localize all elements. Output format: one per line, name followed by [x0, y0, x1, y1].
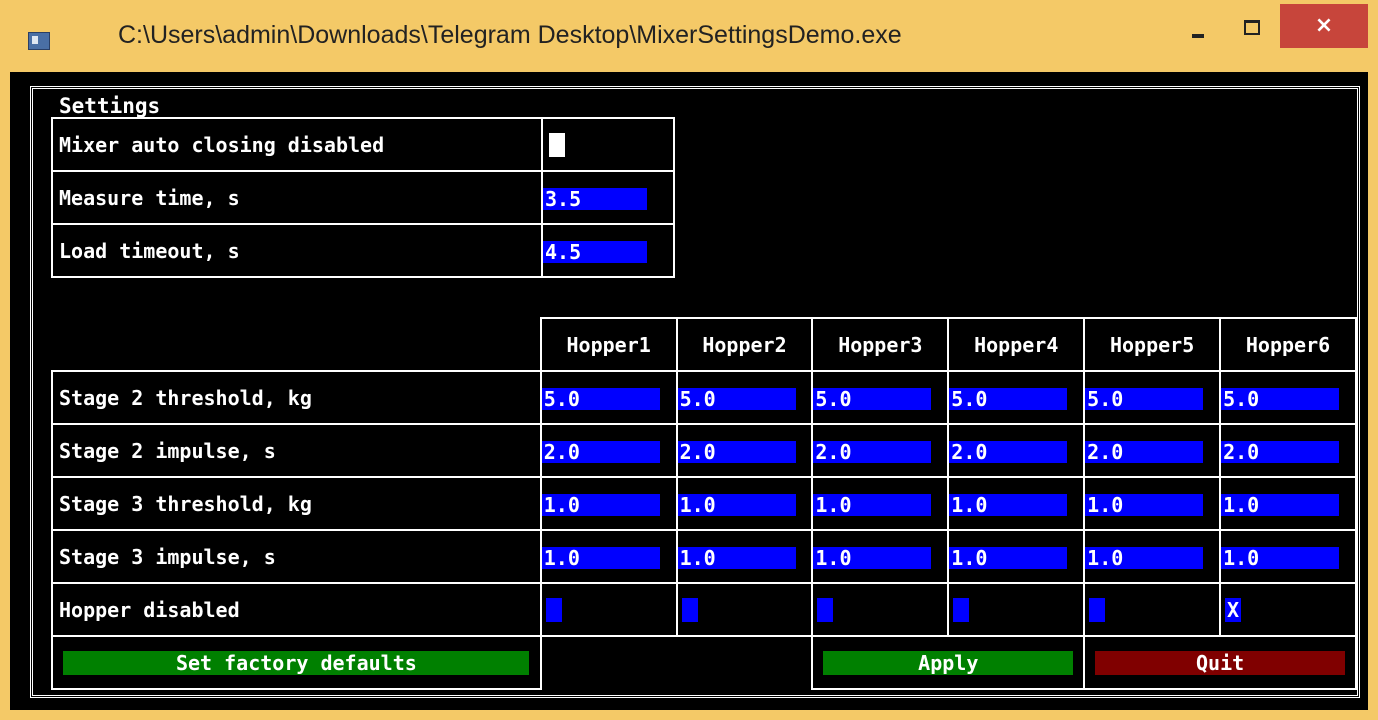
apply-button[interactable]: Apply [823, 651, 1074, 676]
stage3-impulse-hopper5-field[interactable]: 1.0 [1085, 546, 1204, 569]
stage3-threshold-hopper2-field[interactable]: 1.0 [677, 493, 796, 516]
set-factory-defaults-button[interactable]: Set factory defaults [63, 651, 530, 676]
stage2-impulse-hopper5-field[interactable]: 2.0 [1085, 440, 1204, 463]
general-row: Mixer auto closing disabled [51, 117, 675, 172]
stage3-threshold-hopper4-field[interactable]: 1.0 [949, 493, 1068, 516]
hopper-row-label: Stage 2 impulse, s [51, 423, 542, 478]
hopper5-disabled-checkbox[interactable] [1089, 598, 1106, 623]
stage2-impulse-hopper2-field[interactable]: 2.0 [677, 440, 796, 463]
general-settings-table: Mixer auto closing disabled Measure time… [51, 117, 675, 278]
maximize-button[interactable] [1226, 4, 1276, 48]
hopper-disabled-row: Hopper disabled X [51, 582, 1357, 637]
app-icon[interactable] [28, 32, 50, 50]
settings-legend: Settings [57, 94, 163, 118]
hopper-row-label: Stage 3 impulse, s [51, 529, 542, 584]
stage2-impulse-hopper6-field[interactable]: 2.0 [1221, 440, 1340, 463]
general-row: Load timeout, s 4.5 [51, 223, 675, 278]
stage2-threshold-hopper6-field[interactable]: 5.0 [1221, 387, 1340, 410]
general-label: Measure time, s [51, 170, 543, 225]
hopper6-disabled-checkbox[interactable]: X [1225, 598, 1242, 623]
hopper-column-header: Hopper3 [811, 317, 950, 372]
title-bar: C:\Users\admin\Downloads\Telegram Deskto… [0, 0, 1378, 72]
hopper1-disabled-checkbox[interactable] [545, 598, 562, 623]
stage2-threshold-hopper1-field[interactable]: 5.0 [541, 387, 660, 410]
stage3-impulse-hopper2-field[interactable]: 1.0 [677, 546, 796, 569]
console-area: Settings Mixer auto closing disabled Mea… [10, 72, 1368, 710]
general-row: Measure time, s 3.5 [51, 170, 675, 225]
stage3-threshold-hopper3-field[interactable]: 1.0 [813, 493, 932, 516]
stage3-impulse-hopper1-field[interactable]: 1.0 [541, 546, 660, 569]
general-label: Load timeout, s [51, 223, 543, 278]
stage3-threshold-hopper6-field[interactable]: 1.0 [1221, 493, 1340, 516]
hopper-column-header: Hopper4 [947, 317, 1086, 372]
hopper-row: Stage 3 impulse, s 1.0 1.0 1.0 1.0 1.0 1… [51, 529, 1357, 584]
hopper-column-header: Hopper6 [1219, 317, 1357, 372]
hopper-row-label: Stage 2 threshold, kg [51, 370, 542, 425]
hopper2-disabled-checkbox[interactable] [681, 598, 698, 623]
stage2-impulse-hopper1-field[interactable]: 2.0 [541, 440, 660, 463]
stage2-impulse-hopper4-field[interactable]: 2.0 [949, 440, 1068, 463]
window-title: C:\Users\admin\Downloads\Telegram Deskto… [118, 21, 902, 49]
load-timeout-field[interactable]: 4.5 [543, 240, 647, 263]
hopper-settings-table: Hopper1 Hopper2 Hopper3 Hopper4 Hopper5 … [51, 317, 1357, 690]
hopper4-disabled-checkbox[interactable] [953, 598, 970, 623]
hopper-column-header: Hopper1 [539, 317, 678, 372]
hopper-row: Stage 2 impulse, s 2.0 2.0 2.0 2.0 2.0 2… [51, 423, 1357, 478]
minimize-button[interactable] [1172, 4, 1224, 48]
hopper-row: Stage 3 threshold, kg 1.0 1.0 1.0 1.0 1.… [51, 476, 1357, 531]
hopper-row: Stage 2 threshold, kg 5.0 5.0 5.0 5.0 5.… [51, 370, 1357, 425]
measure-time-field[interactable]: 3.5 [543, 187, 647, 210]
hopper-column-header: Hopper2 [675, 317, 814, 372]
settings-frame: Settings Mixer auto closing disabled Mea… [30, 86, 1360, 698]
stage2-threshold-hopper4-field[interactable]: 5.0 [949, 387, 1068, 410]
stage2-threshold-hopper3-field[interactable]: 5.0 [813, 387, 932, 410]
button-row: Set factory defaults Apply Quit [51, 635, 1357, 690]
hopper-column-header: Hopper5 [1083, 317, 1222, 372]
mixer-auto-closing-checkbox[interactable] [549, 133, 565, 158]
stage2-impulse-hopper3-field[interactable]: 2.0 [813, 440, 932, 463]
hopper3-disabled-checkbox[interactable] [817, 598, 834, 623]
close-button[interactable]: × [1280, 4, 1368, 48]
stage3-impulse-hopper4-field[interactable]: 1.0 [949, 546, 1068, 569]
stage3-threshold-hopper5-field[interactable]: 1.0 [1085, 493, 1204, 516]
stage3-impulse-hopper3-field[interactable]: 1.0 [813, 546, 932, 569]
hopper-row-label: Stage 3 threshold, kg [51, 476, 542, 531]
stage3-threshold-hopper1-field[interactable]: 1.0 [541, 493, 660, 516]
hopper-header-row: Hopper1 Hopper2 Hopper3 Hopper4 Hopper5 … [52, 317, 1357, 372]
hopper-row-label: Hopper disabled [51, 582, 542, 637]
stage3-impulse-hopper6-field[interactable]: 1.0 [1221, 546, 1340, 569]
general-label: Mixer auto closing disabled [51, 117, 543, 172]
stage2-threshold-hopper2-field[interactable]: 5.0 [677, 387, 796, 410]
stage2-threshold-hopper5-field[interactable]: 5.0 [1085, 387, 1204, 410]
quit-button[interactable]: Quit [1095, 651, 1346, 676]
